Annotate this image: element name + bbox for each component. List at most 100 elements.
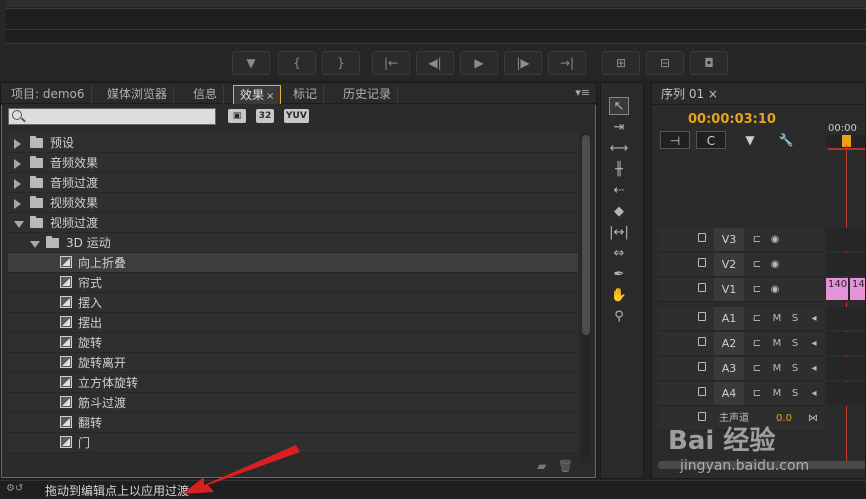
tree-folder-row[interactable]: 预设 — [8, 133, 578, 153]
rolling-edit-tool-icon[interactable]: ╫ — [609, 161, 629, 179]
track-select-tool-icon[interactable]: ⇥ — [609, 119, 629, 137]
mute-button[interactable]: M — [770, 357, 784, 380]
tab-markers[interactable]: 标记 — [287, 85, 325, 104]
monitor-scrubber[interactable] — [6, 0, 866, 6]
sync-lock-icon[interactable]: ⊏ — [750, 278, 764, 301]
solo-button[interactable]: S — [788, 307, 802, 330]
lock-icon[interactable] — [698, 312, 706, 321]
track-name[interactable]: A4 — [714, 382, 744, 405]
disclosure-collapsed-icon[interactable] — [14, 199, 21, 209]
play-button[interactable]: ▶ — [460, 51, 498, 75]
slip-tool-icon[interactable]: |↔| — [609, 224, 629, 242]
sync-lock-icon[interactable]: ⊏ — [750, 382, 764, 405]
tree-effect-row[interactable]: 立方体旋转 — [8, 373, 578, 393]
yuv-effects-button[interactable]: YUV — [284, 109, 309, 123]
track-name[interactable]: A1 — [714, 307, 744, 330]
tab-history[interactable]: 历史记录 — [337, 85, 399, 104]
sync-lock-icon[interactable]: ⊏ — [750, 307, 764, 330]
tree-folder-row[interactable]: 3D 运动 — [8, 233, 578, 253]
tab-sequence[interactable]: 序列 01 × — [656, 85, 723, 104]
linked-selection-button[interactable]: C — [696, 131, 726, 149]
tab-effects[interactable]: 效果 × — [233, 85, 282, 104]
solo-button[interactable]: S — [788, 357, 802, 380]
video-clip[interactable]: 140 — [826, 278, 848, 300]
tree-effect-row[interactable]: 翻转 — [8, 413, 578, 433]
step-forward-button[interactable]: |▶ — [504, 51, 542, 75]
lock-icon[interactable] — [698, 283, 706, 292]
voiceover-icon[interactable]: ◂ — [808, 357, 820, 380]
wrench-icon[interactable]: 🔧 — [778, 131, 794, 149]
disclosure-expanded-icon[interactable] — [30, 241, 40, 248]
mark-out-button[interactable]: } — [322, 51, 360, 75]
accelerated-effects-button[interactable]: ▣ — [228, 109, 246, 123]
disclosure-collapsed-icon[interactable] — [14, 179, 21, 189]
disclosure-expanded-icon[interactable] — [14, 221, 24, 228]
eye-icon[interactable]: ◉ — [768, 228, 782, 251]
lift-button[interactable]: ⊞ — [602, 51, 640, 75]
slide-tool-icon[interactable]: ⇔ — [609, 245, 629, 263]
audio-track-area[interactable] — [826, 357, 865, 381]
video-track-area[interactable] — [826, 228, 865, 252]
razor-tool-icon[interactable]: ◆ — [609, 203, 629, 221]
mute-button[interactable]: M — [770, 307, 784, 330]
step-back-button[interactable]: ◀| — [416, 51, 454, 75]
mute-button[interactable]: M — [770, 382, 784, 405]
tree-effect-row[interactable]: 旋转离开 — [8, 353, 578, 373]
tree-folder-row[interactable]: 视频过渡 — [8, 213, 578, 233]
voiceover-icon[interactable]: ◂ — [808, 382, 820, 405]
trash-icon[interactable]: 🗑 — [558, 459, 573, 473]
audio-track-area[interactable] — [826, 307, 865, 331]
mark-in-button[interactable]: { — [278, 51, 316, 75]
audio-track-area[interactable] — [826, 332, 865, 356]
tree-effect-row[interactable]: 帘式 — [8, 273, 578, 293]
video-track-area[interactable] — [826, 253, 865, 277]
add-marker-button[interactable]: ▼ — [232, 51, 270, 75]
ripple-edit-tool-icon[interactable]: ⟷ — [609, 140, 629, 158]
tree-folder-row[interactable]: 音频效果 — [8, 153, 578, 173]
pen-tool-icon[interactable]: ✒ — [609, 266, 629, 284]
track-name[interactable]: V1 — [714, 278, 744, 301]
sync-lock-icon[interactable]: ⊏ — [750, 228, 764, 251]
solo-button[interactable]: S — [788, 382, 802, 405]
disclosure-collapsed-icon[interactable] — [14, 139, 21, 149]
monitor-timeline-bar[interactable] — [6, 8, 866, 30]
extract-button[interactable]: ⊟ — [646, 51, 684, 75]
video-clip[interactable]: 14 — [850, 278, 865, 300]
lock-icon[interactable] — [698, 362, 706, 371]
scrollbar-thumb[interactable] — [582, 135, 590, 335]
tab-info[interactable]: 信息 — [187, 85, 225, 104]
timecode-display[interactable]: 00:00:03:10 — [688, 112, 776, 127]
tab-media-browser[interactable]: 媒体浏览器 — [101, 85, 175, 104]
lock-icon[interactable] — [698, 387, 706, 396]
tree-effect-row[interactable]: 旋转 — [8, 333, 578, 353]
track-name[interactable]: V2 — [714, 253, 744, 276]
add-marker-icon[interactable]: ▼ — [742, 131, 758, 149]
mute-button[interactable]: M — [770, 332, 784, 355]
snap-button[interactable]: ⊣ — [660, 131, 690, 149]
selection-tool-icon[interactable]: ↖ — [609, 97, 629, 115]
audio-track-area[interactable] — [826, 382, 865, 406]
work-area-bar[interactable] — [828, 148, 865, 150]
tree-effect-row[interactable]: 摆出 — [8, 313, 578, 333]
tab-project[interactable]: 项目: demo6 — [5, 85, 92, 104]
track-name[interactable]: A2 — [714, 332, 744, 355]
go-to-in-button[interactable]: |← — [372, 51, 410, 75]
solo-button[interactable]: S — [788, 332, 802, 355]
close-icon[interactable]: × — [266, 91, 274, 102]
tree-effect-row[interactable]: 摆入 — [8, 293, 578, 313]
close-icon[interactable]: × — [708, 87, 718, 101]
effects-search-input[interactable] — [8, 108, 216, 125]
eye-icon[interactable]: ◉ — [768, 278, 782, 301]
hand-tool-icon[interactable]: ✋ — [609, 287, 629, 305]
lock-icon[interactable] — [698, 258, 706, 267]
voiceover-icon[interactable]: ◂ — [808, 307, 820, 330]
voiceover-icon[interactable]: ◂ — [808, 332, 820, 355]
tree-effect-row[interactable]: 门 — [8, 433, 578, 453]
new-bin-icon[interactable]: ▰ — [537, 459, 546, 473]
rate-stretch-tool-icon[interactable]: ⇠ — [609, 182, 629, 200]
tree-effect-row[interactable]: 向上折叠 — [8, 253, 578, 273]
panel-menu-icon[interactable]: ▾≡ — [575, 86, 590, 99]
tree-folder-row[interactable]: 视频效果 — [8, 193, 578, 213]
32bit-effects-button[interactable]: 32 — [256, 109, 274, 123]
lock-icon[interactable] — [698, 337, 706, 346]
